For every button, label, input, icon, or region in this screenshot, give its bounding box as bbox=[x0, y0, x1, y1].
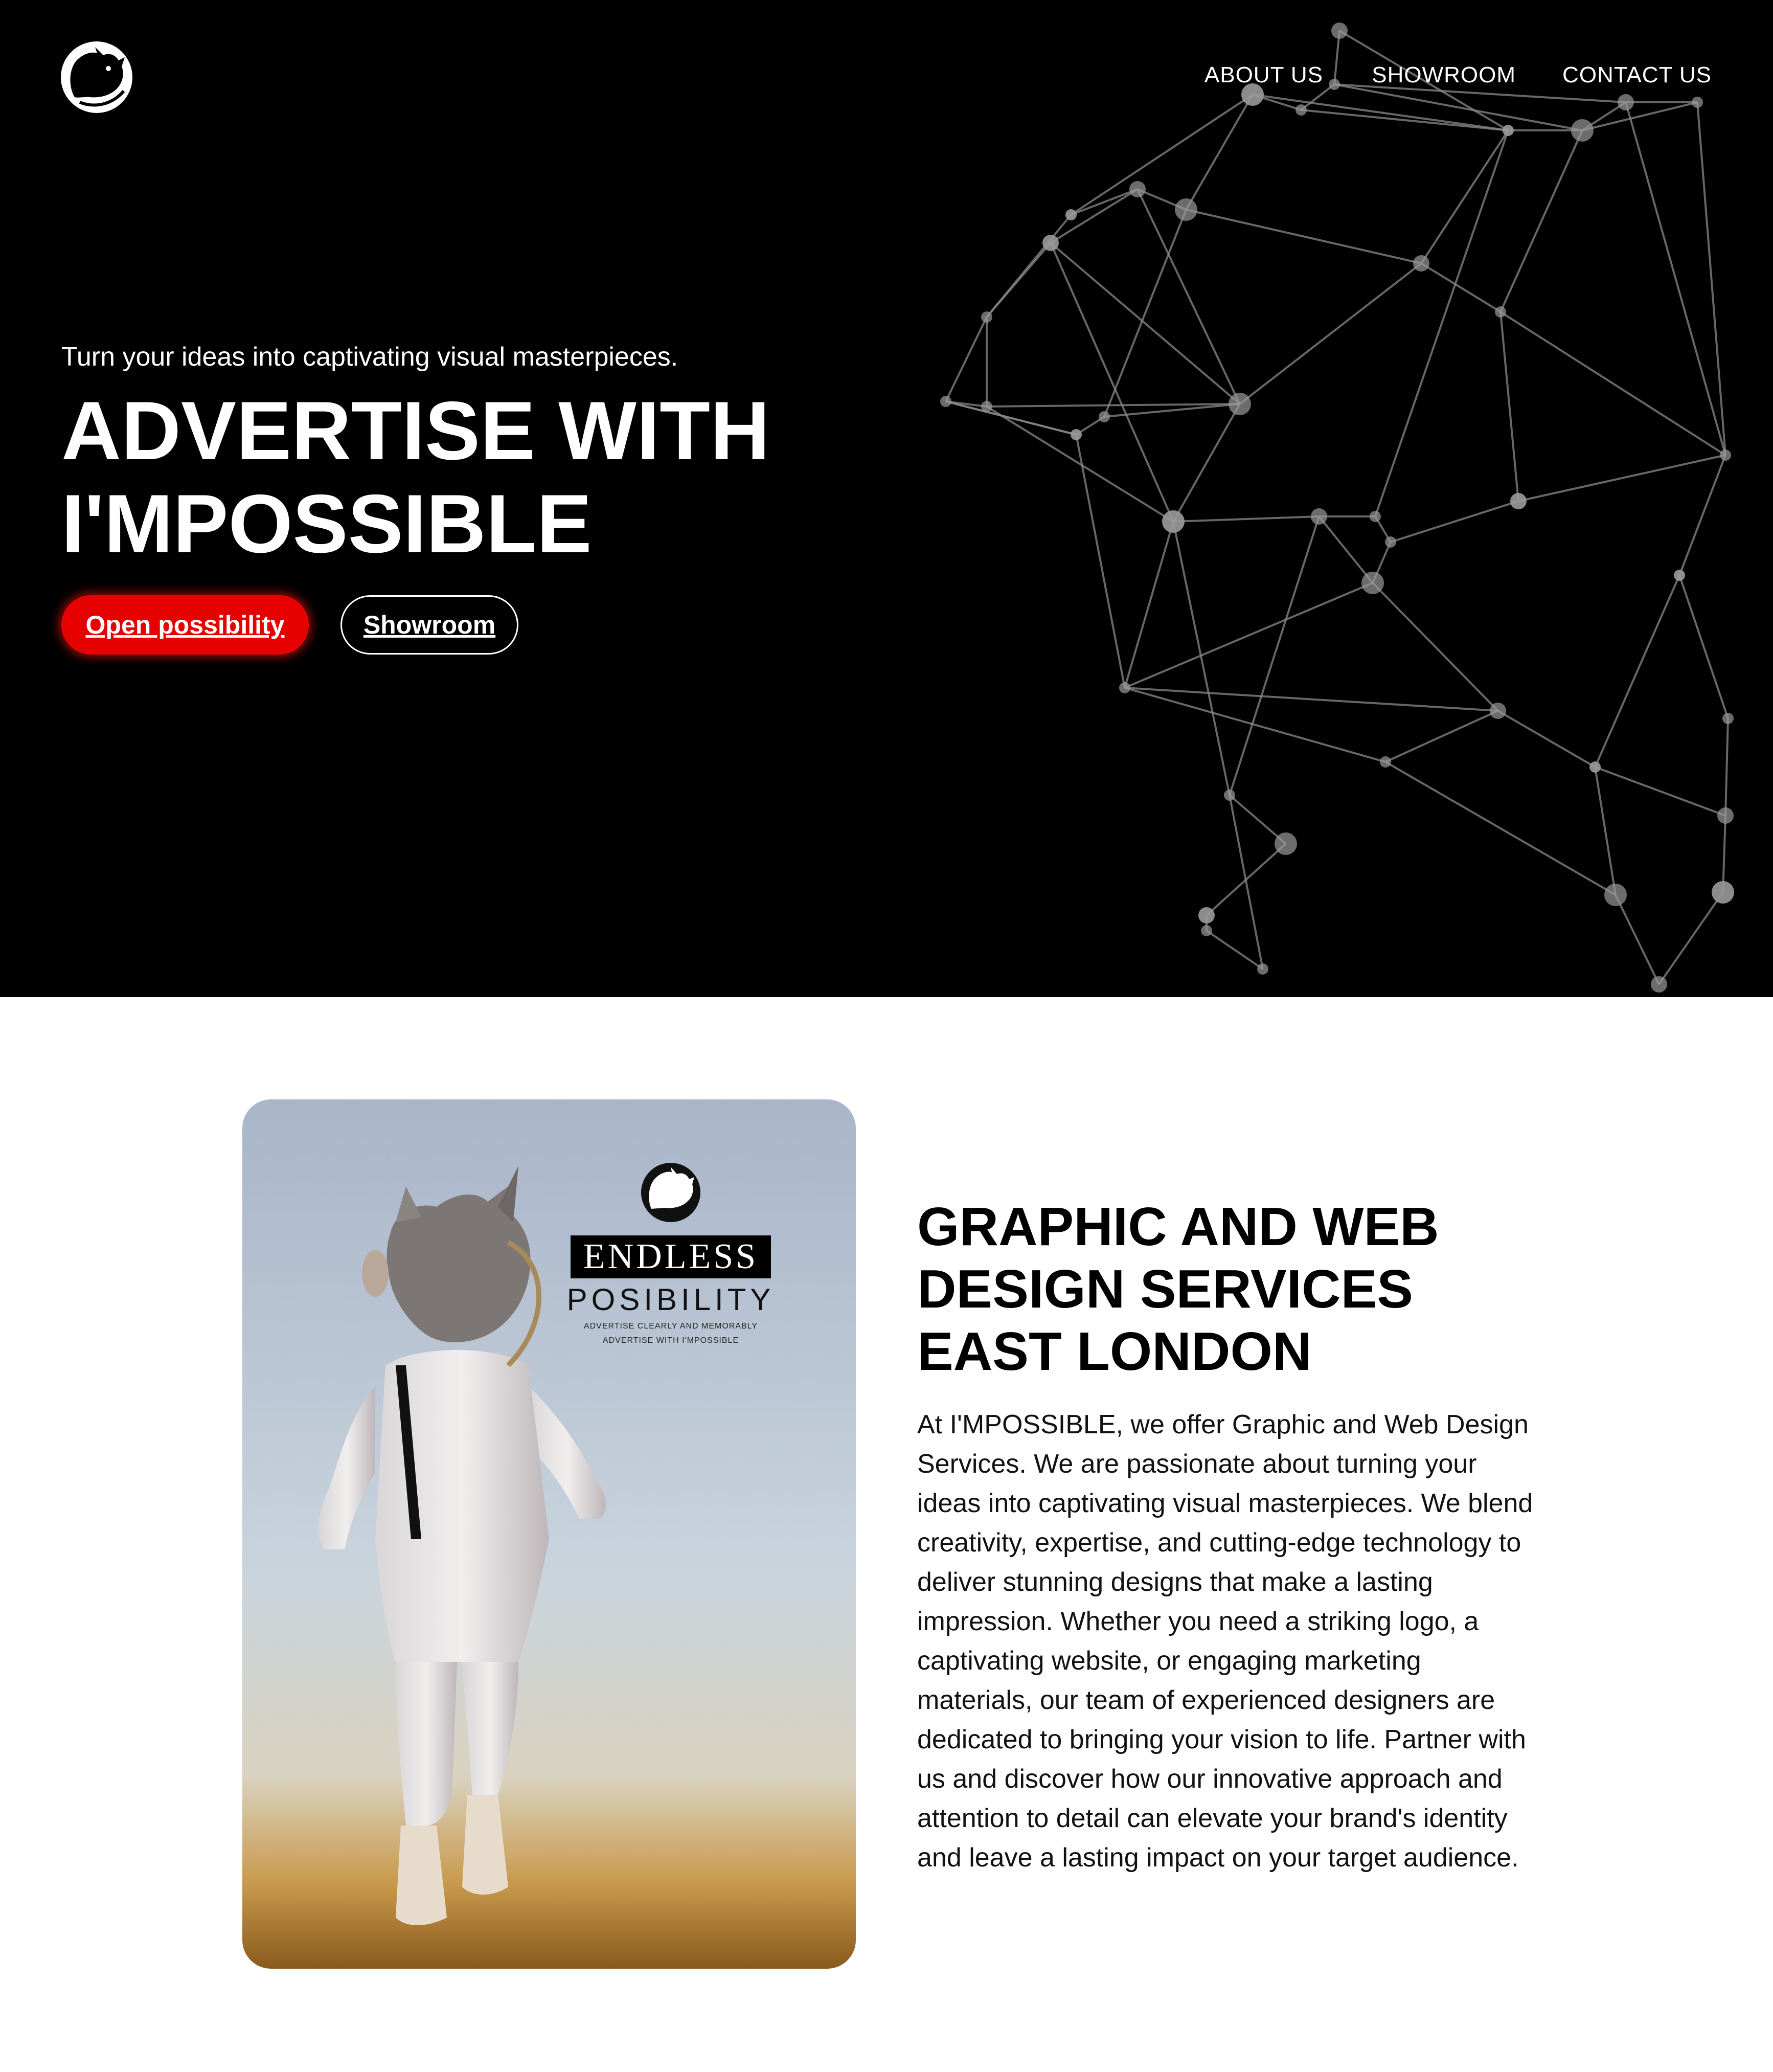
hero-headline: ADVERTISE WITH I'MPOSSIBLE bbox=[61, 385, 930, 571]
services-body: At I'MPOSSIBLE, we offer Graphic and Web… bbox=[917, 1410, 1533, 1873]
poster-line1: ADVERTISE CLEARLY AND MEMORABLY bbox=[584, 1322, 758, 1331]
poster-title: ENDLESS bbox=[583, 1237, 758, 1276]
endless-posibility-poster: ENDLESS POSIBILITY ADVERTISE CLEARLY AND… bbox=[242, 1099, 856, 1969]
services-section: ENDLESS POSIBILITY ADVERTISE CLEARLY AND… bbox=[0, 997, 1773, 2072]
poster-subtitle: POSIBILITY bbox=[567, 1282, 775, 1317]
services-title-line2: DESIGN SERVICES bbox=[917, 1259, 1413, 1319]
hero-headline-line1: ADVERTISE WITH bbox=[61, 385, 770, 477]
services-title-line3: EAST LONDON bbox=[917, 1321, 1312, 1382]
hero-headline-line2: I'MPOSSIBLE bbox=[61, 478, 592, 570]
services-title: GRAPHIC AND WEB DESIGN SERVICES EAST LON… bbox=[917, 1196, 1582, 1383]
rhino-logo-icon[interactable] bbox=[59, 40, 134, 115]
nav-contact-us[interactable]: CONTACT US bbox=[1562, 62, 1712, 88]
nav-about-us[interactable]: ABOUT US bbox=[1204, 62, 1323, 88]
hero-tagline: Turn your ideas into captivating visual … bbox=[61, 342, 678, 372]
open-possibility-button[interactable]: Open possibility bbox=[61, 595, 309, 655]
poster-line2: ADVERTISE WITH I'MPOSSIBLE bbox=[603, 1336, 739, 1345]
hero-section: ABOUT US SHOWROOM CONTACT US Turn your i… bbox=[0, 0, 1773, 997]
nav-showroom[interactable]: SHOWROOM bbox=[1372, 62, 1516, 88]
showroom-button[interactable]: Showroom bbox=[340, 595, 518, 655]
services-title-line1: GRAPHIC AND WEB bbox=[917, 1197, 1439, 1257]
